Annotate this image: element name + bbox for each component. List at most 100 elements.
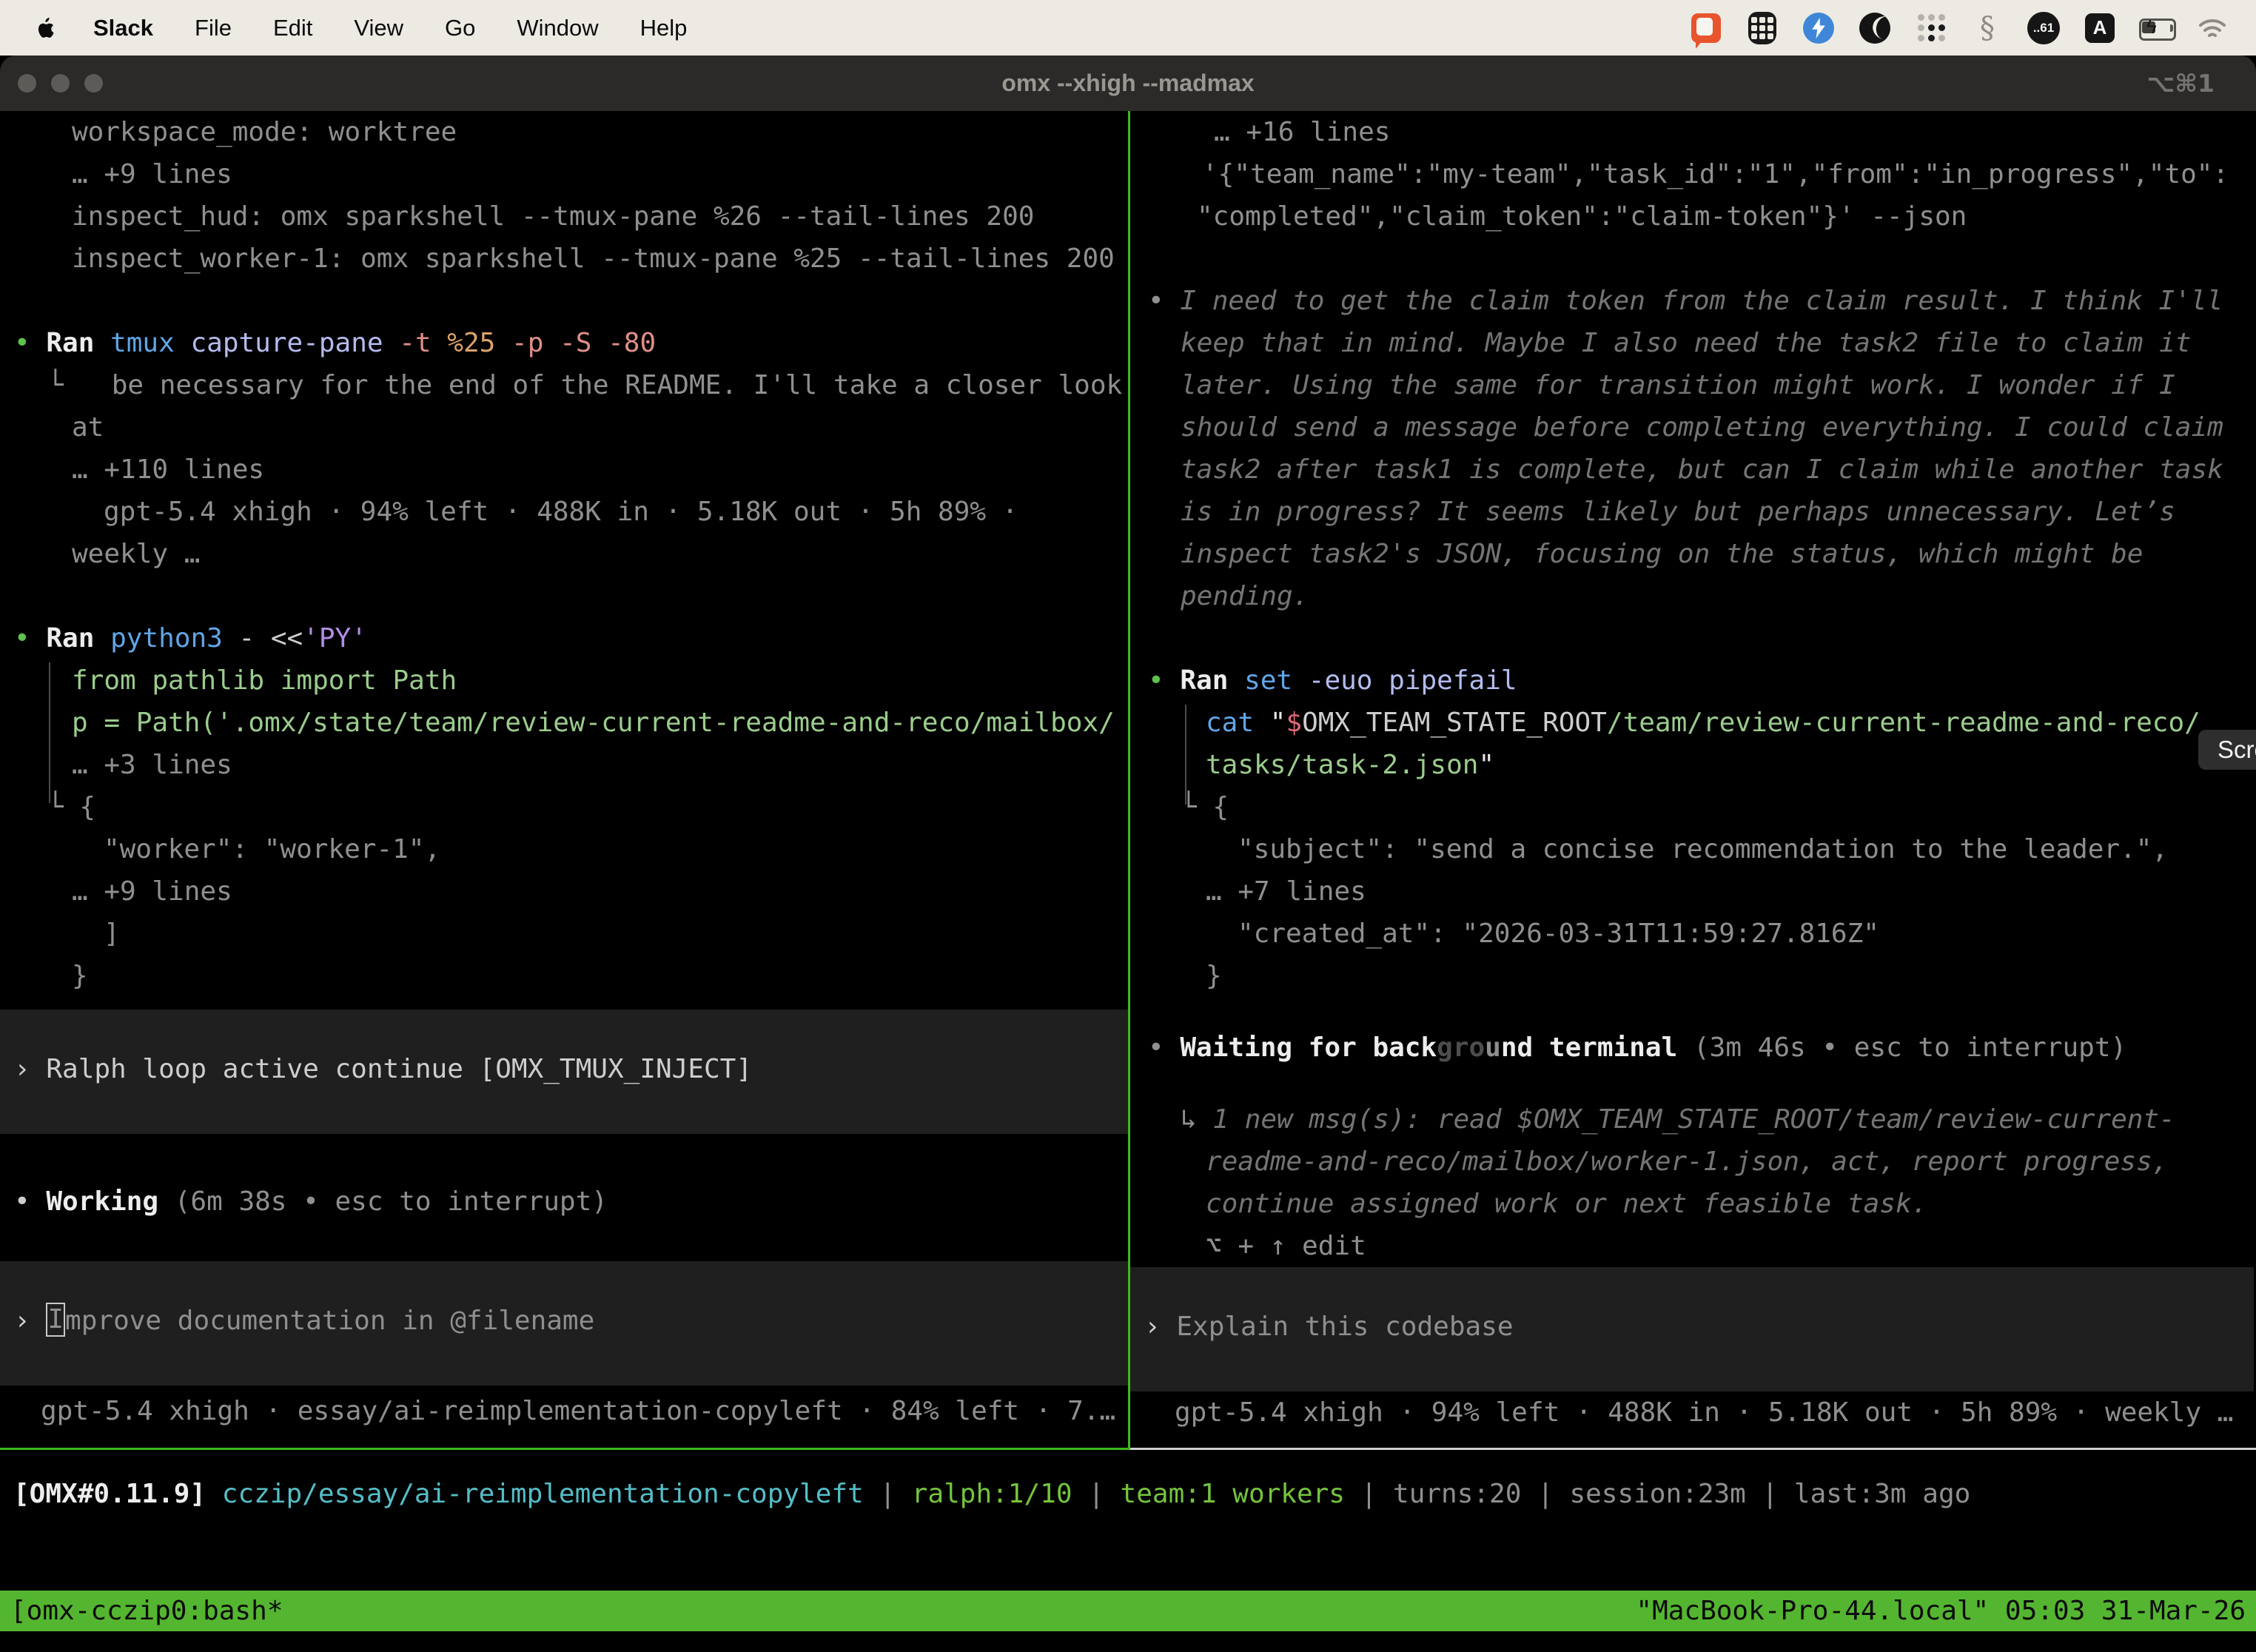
- left-pane-output: workspace_mode: worktree… +9 linesinspec…: [0, 111, 1128, 997]
- dots-grid-icon[interactable]: [1914, 11, 1948, 45]
- sync-app-icon[interactable]: [1802, 11, 1836, 45]
- window-title-bar[interactable]: omx --xhigh --madmax ⌥⌘1: [0, 56, 2256, 111]
- terminal-line: task2 after task1 is complete, but can I…: [1130, 449, 2254, 491]
- menu-bar-left: Slack FileEditViewGoWindowHelp: [0, 0, 708, 56]
- input-placeholder: mprove documentation in @filename: [65, 1306, 594, 1336]
- battery-icon[interactable]: ϟ: [2139, 11, 2173, 45]
- terminal-line: pending.: [1130, 575, 2254, 617]
- minimize-window-icon[interactable]: [51, 74, 70, 93]
- right-pane-status: gpt-5.4 xhigh · 94% left · 488K in · 5.1…: [1130, 1391, 2254, 1434]
- text-cursor: I: [46, 1303, 65, 1337]
- left-prompt-input[interactable]: › Improve documentation in @filename: [0, 1261, 1128, 1386]
- input-placeholder: Explain this codebase: [1176, 1312, 1513, 1342]
- left-pane-status: gpt-5.4 xhigh · essay/ai-reimplementatio…: [0, 1390, 1128, 1432]
- tmux-session-window[interactable]: [omx-cczip0:bash*: [10, 1596, 283, 1626]
- terminal-line: • Ran set -euo pipefail: [1130, 659, 2254, 702]
- right-pane-output: … +16 lines'{"team_name":"my-team","task…: [1130, 111, 2254, 1267]
- terminal-line: continue assigned work or next feasible …: [1130, 1183, 2254, 1225]
- terminal-line: … +7 lines: [1130, 870, 2254, 913]
- banner-prompt-icon: ›: [14, 1054, 46, 1084]
- pane-bottom-borders: [0, 1448, 2256, 1450]
- terminal-line: [1130, 997, 2254, 1027]
- terminal-line: later. Using the same for transition mig…: [1130, 364, 2254, 406]
- menu-item-go[interactable]: Go: [424, 15, 496, 41]
- inactive-pane-border: [1130, 1448, 2256, 1450]
- moon-app-icon[interactable]: [1858, 11, 1892, 45]
- terminal-line: • Waiting for background terminal (3m 46…: [1130, 1027, 2254, 1069]
- left-terminal-pane[interactable]: workspace_mode: worktree… +9 linesinspec…: [0, 111, 1128, 1448]
- menu-bar: Slack FileEditViewGoWindowHelp § ..61 Aϟ: [0, 0, 2256, 56]
- banner-text: Ralph loop active continue [OMX_TMUX_INJ…: [46, 1054, 752, 1084]
- terminal-line: '{"team_name":"my-team","task_id":"1","f…: [1130, 153, 2254, 195]
- working-status-row: • Working (6m 38s • esc to interrupt): [0, 1181, 1128, 1223]
- terminal-line: … +110 lines: [0, 449, 1128, 491]
- chat-app-icon[interactable]: [1689, 11, 1723, 45]
- terminal-line: p = Path('.omx/state/team/review-current…: [0, 702, 1128, 744]
- terminal-line: is in progress? It seems likely but perh…: [1130, 491, 2254, 533]
- screen-share-overlay-chip[interactable]: Scre: [2198, 730, 2256, 770]
- terminal-window: omx --xhigh --madmax ⌥⌘1 workspace_mode:…: [0, 56, 2256, 1652]
- terminal-line: … +9 lines: [0, 870, 1128, 913]
- menu-item-app[interactable]: Slack: [80, 0, 174, 56]
- close-window-icon[interactable]: [18, 74, 36, 93]
- terminal-line: • Ran python3 - <<'PY': [0, 617, 1128, 659]
- timer-badge-icon[interactable]: ..61: [2027, 11, 2061, 45]
- working-label: Working: [46, 1186, 158, 1217]
- terminal-line: └ {: [1130, 786, 2254, 828]
- tmux-status-bar: [omx-cczip0:bash* "MacBook-Pro-44.local"…: [0, 1591, 2256, 1631]
- terminal-line: └ be necessary for the end of the README…: [0, 364, 1128, 406]
- terminal-line: }: [1130, 955, 2254, 997]
- terminal-line: ]: [0, 913, 1128, 955]
- terminal-line: └ {: [0, 786, 1128, 828]
- terminal-line: "subject": "send a concise recommendatio…: [1130, 828, 2254, 870]
- prompt-icon: ›: [14, 1306, 46, 1336]
- omx-status-line: [OMX#0.11.9] cczip/essay/ai-reimplementa…: [13, 1477, 2256, 1512]
- tmux-host-clock: "MacBook-Pro-44.local" 05:03 31-Mar-26: [1636, 1596, 2246, 1626]
- screen: Slack FileEditViewGoWindowHelp § ..61 Aϟ o…: [0, 0, 2256, 1652]
- menu-item-file[interactable]: File: [174, 15, 252, 41]
- input-source-icon[interactable]: A: [2083, 11, 2117, 45]
- terminal-line: ↳ 1 new msg(s): read $OMX_TEAM_STATE_ROO…: [1130, 1098, 2254, 1141]
- menu-item-help[interactable]: Help: [620, 15, 708, 41]
- terminal-line: … +16 lines: [1130, 111, 2254, 153]
- terminal-line: [1130, 1069, 2254, 1098]
- working-meta: (6m 38s • esc to interrupt): [158, 1186, 608, 1217]
- menu-bar-status-icons: § ..61 Aϟ: [1689, 11, 2256, 45]
- terminal-line: should send a message before completing …: [1130, 406, 2254, 449]
- squiggle-app-icon[interactable]: §: [1970, 11, 2004, 45]
- right-terminal-pane[interactable]: … +16 lines'{"team_name":"my-team","task…: [1130, 111, 2254, 1448]
- terminal-line: "created_at": "2026-03-31T11:59:27.816Z": [1130, 913, 2254, 955]
- terminal-line: gpt-5.4 xhigh · 94% left · 488K in · 5.1…: [0, 491, 1128, 533]
- terminal-line: inspect_worker-1: omx sparkshell --tmux-…: [0, 238, 1128, 280]
- privacy-shield-icon[interactable]: [1745, 11, 1779, 45]
- terminal-line: workspace_mode: worktree: [0, 111, 1128, 153]
- right-prompt-input[interactable]: › Explain this codebase: [1130, 1267, 2254, 1391]
- terminal-line: cat "$OMX_TEAM_STATE_ROOT/team/review-cu…: [1130, 702, 2254, 744]
- terminal-line: inspect task2's JSON, focusing on the st…: [1130, 533, 2254, 575]
- menu-item-edit[interactable]: Edit: [252, 15, 333, 41]
- menu-item-window[interactable]: Window: [496, 15, 619, 41]
- terminal-line: [0, 280, 1128, 322]
- bottom-strip: [0, 1631, 2256, 1652]
- apple-menu-icon[interactable]: [30, 12, 59, 44]
- terminal-line: at: [0, 406, 1128, 449]
- terminal-line: [1130, 617, 2254, 659]
- menu-item-view[interactable]: View: [333, 15, 424, 41]
- terminal-line: [0, 575, 1128, 617]
- zoom-window-icon[interactable]: [84, 74, 103, 93]
- omx-status-bar: [OMX#0.11.9] cczip/essay/ai-reimplementa…: [0, 1450, 2256, 1591]
- wifi-icon[interactable]: [2195, 11, 2229, 45]
- terminal-line: … +3 lines: [0, 744, 1128, 786]
- menu-items: FileEditViewGoWindowHelp: [174, 0, 708, 56]
- terminal-line: tasks/task-2.json": [1130, 744, 2254, 786]
- terminal-line: [1130, 238, 2254, 280]
- terminal-line: readme-and-reco/mailbox/worker-1.json, a…: [1130, 1141, 2254, 1183]
- tmux-panes: workspace_mode: worktree… +9 linesinspec…: [0, 111, 2256, 1448]
- active-pane-border: [0, 1448, 1130, 1450]
- window-shortcut-hint: ⌥⌘1: [2146, 56, 2215, 111]
- traffic-light-buttons[interactable]: [18, 56, 103, 111]
- terminal-line: … +9 lines: [0, 153, 1128, 195]
- terminal-line: from pathlib import Path: [0, 659, 1128, 702]
- working-bullet: •: [14, 1186, 46, 1217]
- terminal-line: keep that in mind. Maybe I also need the…: [1130, 322, 2254, 364]
